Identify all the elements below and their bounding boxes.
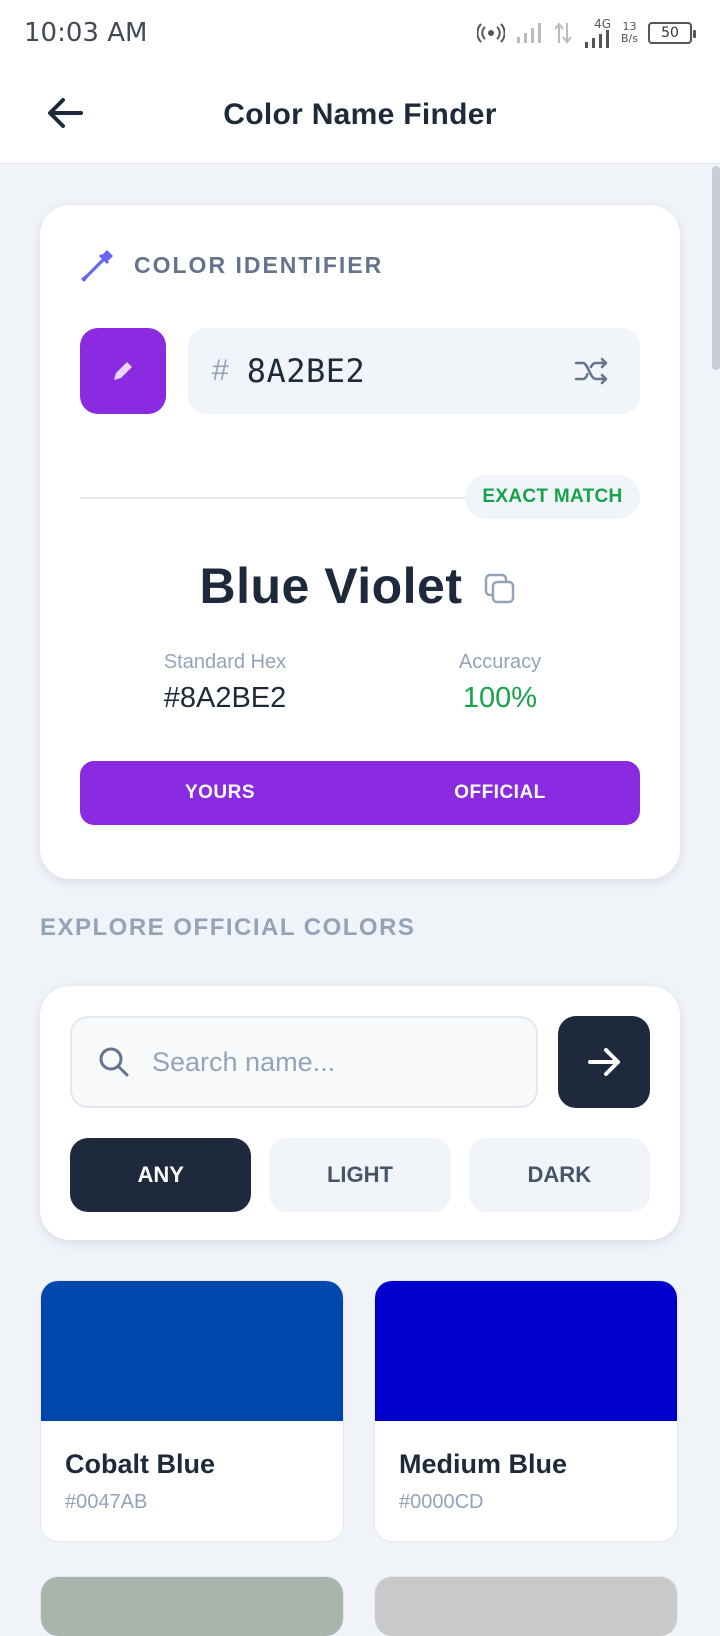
search-input[interactable] bbox=[152, 1046, 510, 1078]
hex-input-field[interactable]: # 8A2BE2 bbox=[188, 328, 640, 414]
shuffle-icon bbox=[574, 357, 608, 385]
section-label: COLOR IDENTIFIER bbox=[134, 251, 384, 278]
color-identifier-card: COLOR IDENTIFIER # 8A2BE2 EXACT MATCH Bl… bbox=[40, 205, 680, 879]
tile-color-name: Medium Blue bbox=[399, 1449, 568, 1479]
shuffle-button[interactable] bbox=[572, 351, 612, 391]
filter-group: ANY LIGHT DARK bbox=[70, 1138, 650, 1212]
page-title: Color Name Finder bbox=[223, 97, 497, 131]
signal-strong-icon bbox=[585, 30, 610, 48]
search-submit-button[interactable] bbox=[558, 1016, 650, 1108]
copy-icon bbox=[485, 573, 515, 604]
search-card: ANY LIGHT DARK bbox=[40, 986, 680, 1240]
status-bar: 10:03 AM 4G 13 B/s 50 bbox=[0, 0, 720, 66]
tile-color-hex: #0000CD bbox=[399, 1491, 484, 1513]
standard-hex-value: #8A2BE2 bbox=[163, 682, 287, 714]
network-type: 4G bbox=[594, 17, 612, 31]
eyedropper-icon bbox=[81, 250, 113, 282]
status-icons: 4G 13 B/s 50 bbox=[477, 17, 696, 48]
color-name: Blue Violet bbox=[199, 558, 463, 614]
data-transfer-icon bbox=[554, 22, 572, 44]
back-button[interactable] bbox=[40, 88, 90, 138]
battery-icon: 50 bbox=[648, 22, 696, 44]
standard-hex-stat: Standard Hex #8A2BE2 bbox=[120, 651, 330, 715]
scrollbar[interactable] bbox=[712, 166, 720, 370]
app-bar: Color Name Finder bbox=[0, 66, 720, 164]
accuracy-label: Accuracy bbox=[458, 651, 542, 673]
status-time: 10:03 AM bbox=[24, 18, 148, 48]
color-tile-partial[interactable] bbox=[374, 1576, 678, 1636]
search-icon bbox=[99, 1047, 129, 1077]
search-box[interactable] bbox=[70, 1016, 538, 1108]
color-tile-medium-blue[interactable]: Medium Blue #0000CD bbox=[374, 1280, 678, 1542]
tile-swatch bbox=[375, 1577, 677, 1636]
explore-heading: EXPLORE OFFICIAL COLORS bbox=[40, 914, 416, 941]
tile-color-hex: #0047AB bbox=[65, 1491, 148, 1513]
filter-light[interactable]: LIGHT bbox=[269, 1138, 451, 1212]
tile-color-name: Cobalt Blue bbox=[65, 1449, 216, 1479]
hotspot-icon bbox=[477, 23, 506, 43]
divider bbox=[80, 497, 480, 499]
hex-prefix: # bbox=[212, 354, 229, 387]
arrow-right-icon bbox=[588, 1048, 620, 1076]
tile-swatch bbox=[41, 1577, 343, 1636]
filter-any[interactable]: ANY bbox=[70, 1138, 252, 1212]
color-tile-cobalt-blue[interactable]: Cobalt Blue #0047AB bbox=[40, 1280, 344, 1542]
signal-weak-icon bbox=[517, 23, 542, 43]
color-tile-partial[interactable] bbox=[40, 1576, 344, 1636]
color-picker-button[interactable] bbox=[80, 328, 166, 414]
compare-yours[interactable]: YOURS bbox=[80, 761, 360, 825]
section-header: COLOR IDENTIFIER bbox=[80, 247, 383, 283]
net-speed: 13 B/s bbox=[621, 20, 638, 45]
hex-input[interactable]: 8A2BE2 bbox=[247, 352, 572, 390]
tile-swatch bbox=[41, 1281, 343, 1421]
accuracy-value: 100% bbox=[462, 682, 538, 714]
color-name-row: Blue Violet bbox=[40, 557, 680, 615]
pencil-icon bbox=[114, 362, 132, 380]
arrow-left-icon bbox=[48, 98, 83, 128]
compare-official[interactable]: OFFICIAL bbox=[360, 761, 640, 825]
copy-button[interactable] bbox=[480, 569, 520, 609]
color-compare-bar: YOURS OFFICIAL bbox=[80, 761, 640, 825]
filter-dark[interactable]: DARK bbox=[468, 1138, 650, 1212]
tile-swatch bbox=[375, 1281, 677, 1421]
accuracy-stat: Accuracy 100% bbox=[400, 651, 600, 715]
match-status-badge: EXACT MATCH bbox=[465, 475, 640, 519]
standard-hex-label: Standard Hex bbox=[163, 651, 287, 673]
battery-level: 50 bbox=[661, 25, 679, 41]
